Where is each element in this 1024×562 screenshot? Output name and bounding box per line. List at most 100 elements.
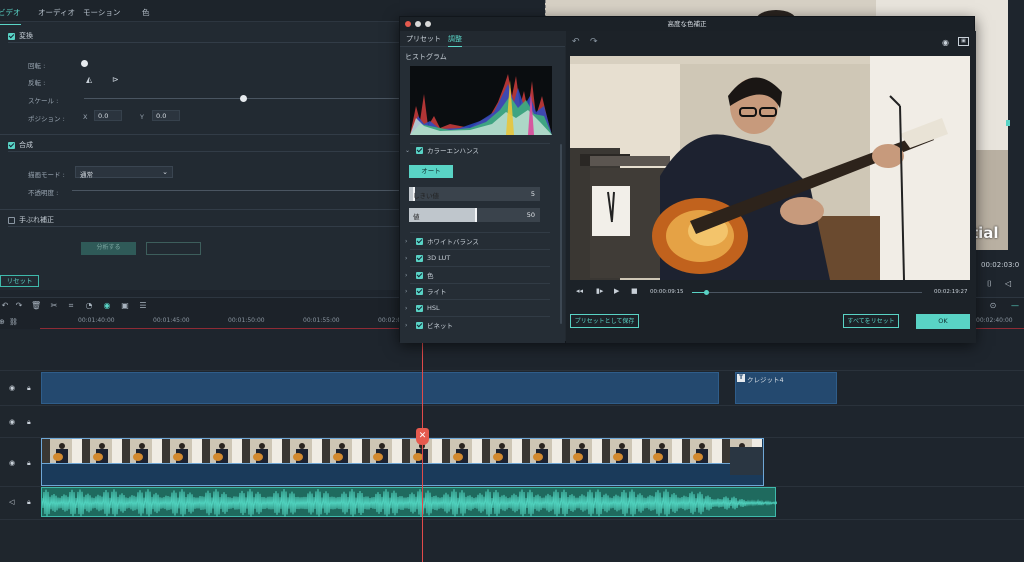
lut-header[interactable]: › 3D LUT	[405, 252, 450, 264]
player-controls-partial: 00:02:03:0 ⌷ ◁	[975, 255, 1024, 295]
ok-button[interactable]: OK	[916, 314, 970, 329]
video-clip[interactable]	[41, 438, 764, 486]
opacity-slider-track[interactable]	[72, 190, 400, 191]
light-header[interactable]: › ライト	[405, 285, 447, 297]
play-icon[interactable]: ▶	[614, 287, 619, 295]
color-icon[interactable]: ◉	[102, 301, 112, 311]
delete-icon[interactable]: 🗑	[31, 301, 41, 311]
zoom-slider-icon[interactable]: —	[1010, 301, 1020, 311]
tab-motion[interactable]: モーション	[83, 7, 120, 18]
hsl-checkbox[interactable]	[416, 304, 423, 312]
tab-adjust[interactable]: 調整	[448, 34, 462, 47]
divider	[0, 405, 1024, 406]
divider	[8, 42, 400, 43]
blend-mode-select[interactable]: 通常 ⌄	[75, 166, 173, 179]
position-y-input[interactable]: 0.0	[152, 110, 180, 121]
reset-all-button[interactable]: すべてをリセット	[843, 314, 899, 328]
track-visibility-eye-icon[interactable]: ◉	[9, 384, 15, 392]
speed-icon[interactable]: ◔	[84, 301, 94, 311]
opacity-label: 不透明度 :	[28, 189, 59, 197]
undo-icon[interactable]: ↶	[572, 37, 580, 47]
light-checkbox[interactable]	[416, 287, 423, 295]
color-enhance-header[interactable]: ⌄ カラーエンハンス	[405, 144, 479, 156]
flip-vertical-icon[interactable]: ⊳	[112, 75, 119, 84]
previous-frame-icon[interactable]: ◂◂	[576, 287, 583, 295]
audio-clip[interactable]	[41, 487, 778, 518]
maximize-window-icon[interactable]	[425, 21, 431, 27]
color-checkbox[interactable]	[416, 271, 423, 279]
track-lock-icon[interactable]: 🔒︎	[27, 498, 31, 507]
value-slider[interactable]: 値 50	[409, 208, 540, 222]
reset-button[interactable]: リセット	[0, 275, 39, 287]
redo-icon[interactable]: ↷	[590, 37, 598, 47]
sidebar-scrollbar[interactable]	[560, 144, 562, 324]
divider	[410, 283, 550, 284]
transform-section-header[interactable]: 変換	[8, 31, 33, 41]
audio-mixer-icon[interactable]: ☰	[138, 301, 148, 311]
video-thumbnail	[522, 439, 562, 464]
video-thumbnail	[322, 439, 362, 464]
crop-icon[interactable]: ⌗	[66, 301, 76, 311]
compare-eye-icon[interactable]: ◉	[942, 38, 949, 47]
track-lock-icon[interactable]: 🔒︎	[27, 384, 31, 393]
hsl-header[interactable]: › HSL	[405, 302, 440, 314]
step-frame-icon[interactable]: ▮▸	[596, 287, 603, 295]
volume-icon[interactable]: ◁	[1005, 279, 1011, 288]
white-balance-header[interactable]: › ホワイトバランス	[405, 235, 479, 247]
stabilization-header-label: 手ぶれ補正	[19, 216, 54, 224]
position-x-input[interactable]: 0.0	[94, 110, 122, 121]
vignette-header[interactable]: › ビネット	[405, 319, 453, 331]
stabilization-settings-button[interactable]	[146, 242, 201, 255]
threshold-slider[interactable]: しきい値 5	[409, 187, 540, 201]
lut-checkbox[interactable]	[416, 254, 423, 262]
vignette-checkbox[interactable]	[416, 321, 423, 329]
track-visibility-eye-icon[interactable]: ◉	[9, 459, 15, 467]
auto-button[interactable]: オート	[409, 165, 453, 178]
transform-checkbox[interactable]	[8, 32, 15, 40]
minimize-window-icon[interactable]	[415, 21, 421, 27]
rotate-slider-knob[interactable]	[81, 60, 88, 67]
preview-progress-track[interactable]	[692, 292, 922, 293]
compositing-section-header[interactable]: 合成	[8, 140, 33, 150]
video-thumbnail	[482, 439, 522, 464]
track-lock-icon[interactable]: 🔒︎	[27, 459, 31, 468]
color-enhance-checkbox[interactable]	[416, 146, 423, 154]
title-clip-credit[interactable]: T クレジット4	[735, 372, 837, 404]
resize-handle[interactable]	[1006, 120, 1010, 126]
cut-icon[interactable]: ✂	[49, 301, 59, 311]
stabilization-section-header[interactable]: 手ぶれ補正	[8, 215, 54, 225]
title-clip[interactable]	[41, 372, 719, 404]
close-window-icon[interactable]	[405, 21, 411, 27]
video-thumbnail	[162, 439, 202, 464]
track-visibility-eye-icon[interactable]: ◉	[9, 418, 15, 426]
playhead-scissors-icon[interactable]: ✕	[416, 428, 429, 445]
tab-presets[interactable]: プリセット	[406, 34, 441, 44]
divider	[0, 209, 400, 210]
tab-audio[interactable]: オーディオ	[38, 7, 75, 18]
track-speaker-icon[interactable]: ◁	[9, 498, 14, 506]
stop-icon[interactable]: ■	[631, 287, 638, 295]
flip-horizontal-icon[interactable]: ◭	[86, 75, 92, 84]
stabilization-checkbox[interactable]	[8, 216, 15, 224]
green-screen-icon[interactable]: ▣	[120, 301, 130, 311]
snap-icon[interactable]: ⊙	[988, 301, 998, 311]
preview-progress-knob[interactable]	[704, 290, 709, 295]
redo-icon[interactable]: ↷	[14, 301, 24, 311]
white-balance-checkbox[interactable]	[416, 237, 423, 245]
link-icon[interactable]: ⛓	[9, 318, 18, 326]
compositing-checkbox[interactable]	[8, 141, 15, 149]
analyze-button[interactable]: 分析する	[81, 242, 136, 255]
add-track-icon[interactable]: ⊕	[0, 318, 5, 326]
undo-icon[interactable]: ↶	[0, 301, 10, 311]
scale-slider-knob[interactable]	[240, 95, 247, 102]
value-slider-handle[interactable]	[475, 208, 477, 222]
tab-color[interactable]: 色	[142, 7, 150, 18]
track-lock-icon[interactable]: 🔒︎	[27, 418, 31, 427]
playhead-line[interactable]	[422, 340, 423, 562]
split-view-icon[interactable]: ▣	[958, 37, 969, 46]
position-label: ポジション :	[28, 115, 65, 123]
camera-icon[interactable]: ⌷	[987, 279, 992, 289]
save-as-preset-button[interactable]: プリセットとして保存	[570, 314, 639, 328]
color-header[interactable]: › 色	[405, 269, 434, 281]
tab-video[interactable]: ビデオ	[0, 7, 21, 25]
